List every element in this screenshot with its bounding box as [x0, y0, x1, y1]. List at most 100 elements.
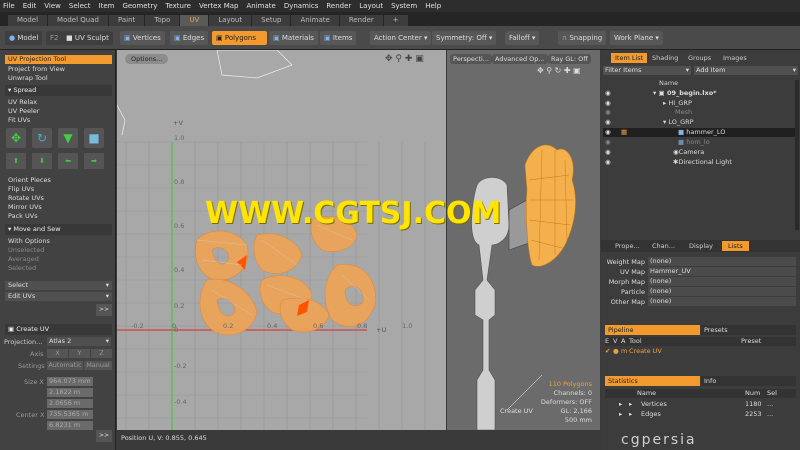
- falloff-dropdown[interactable]: Falloff ▾: [505, 31, 540, 45]
- rotate-icon[interactable]: ↻: [32, 128, 52, 148]
- tab-add[interactable]: +: [383, 15, 408, 26]
- orient-pieces[interactable]: Orient Pieces: [5, 176, 112, 185]
- selected[interactable]: Selected: [5, 264, 112, 273]
- tab-setup[interactable]: Setup: [252, 15, 291, 26]
- settings-manual-button[interactable]: Manual: [84, 361, 112, 370]
- tab-uv[interactable]: UV: [180, 15, 209, 26]
- stats-row-edges[interactable]: ▸ ▸ Edges 2253...: [605, 410, 796, 419]
- tree-row-camera[interactable]: ◉ ◉Camera: [603, 148, 798, 157]
- tab-shading[interactable]: Shading: [648, 53, 682, 63]
- menu-item-animate[interactable]: Animate: [246, 2, 275, 10]
- materials-button[interactable]: ▣ Materials: [269, 31, 318, 45]
- tree-row-light[interactable]: ◉ ✱Directional Light: [603, 158, 798, 167]
- tab-statistics[interactable]: Statistics: [605, 376, 700, 386]
- scale-icon[interactable]: ▼: [58, 128, 78, 148]
- tab-lists[interactable]: Lists: [722, 241, 749, 251]
- project-from-view[interactable]: Project from View: [5, 65, 112, 74]
- check-icon[interactable]: ✔: [605, 347, 613, 356]
- menu-item-vertex-map[interactable]: Vertex Map: [199, 2, 239, 10]
- tree-row-mesh[interactable]: ◉ Mesh: [603, 108, 798, 117]
- settings-automatic-button[interactable]: Automatic: [47, 361, 83, 370]
- tree-row-hom-lo[interactable]: ◉ ■ hom_lo: [603, 138, 798, 147]
- uv-sculpt-button[interactable]: ■ UV Sculpt: [62, 31, 113, 45]
- axis-y-button[interactable]: Y: [69, 349, 90, 358]
- filter-items-dropdown[interactable]: Filter Items ▾: [603, 66, 691, 75]
- weight-map-dropdown[interactable]: (none): [648, 257, 796, 266]
- eye-icon[interactable]: ◉: [605, 128, 611, 137]
- rotate-uvs[interactable]: Rotate UVs: [5, 194, 112, 203]
- move-and-sew-header[interactable]: ▾ Move and Sew: [5, 224, 112, 235]
- averaged[interactable]: Averaged: [5, 255, 112, 264]
- menu-item-system[interactable]: System: [391, 2, 417, 10]
- eye-icon[interactable]: ◉: [605, 138, 611, 147]
- symmetry-dropdown[interactable]: Symmetry: Off ▾: [432, 31, 497, 45]
- add-item-dropdown[interactable]: Add Item ▾: [694, 66, 798, 75]
- eye-icon[interactable]: ◉: [605, 118, 611, 127]
- tab-item-list[interactable]: Item List: [611, 53, 648, 63]
- uv-relax[interactable]: UV Relax: [5, 98, 112, 107]
- other-map-dropdown[interactable]: (none): [648, 297, 796, 306]
- spread-header[interactable]: ▾ Spread: [5, 85, 112, 96]
- tab-images[interactable]: Images: [719, 53, 751, 63]
- uv-projection-tool[interactable]: UV Projection Tool: [5, 55, 112, 64]
- fit-uvs[interactable]: Fit UVs: [5, 116, 112, 125]
- tab-display[interactable]: Display: [685, 241, 717, 251]
- axis-z-button[interactable]: Z: [91, 349, 112, 358]
- box-icon[interactable]: ■: [84, 128, 104, 148]
- menu-item-dynamics[interactable]: Dynamics: [284, 2, 319, 10]
- eye-icon[interactable]: ◉: [605, 108, 611, 117]
- pack-uvs[interactable]: Pack UVs: [5, 212, 112, 221]
- center-y-field[interactable]: 6.8231 m: [47, 421, 93, 430]
- tab-model[interactable]: Model: [8, 15, 48, 26]
- particle-dropdown[interactable]: (none): [648, 287, 796, 296]
- menu-item-view[interactable]: View: [44, 2, 61, 10]
- arrow-left-icon[interactable]: ⬅: [58, 153, 78, 169]
- tree-scrollbar[interactable]: [795, 80, 799, 230]
- menu-item-texture[interactable]: Texture: [165, 2, 191, 10]
- tree-row-scene[interactable]: ◉ ▾ ▣ 09_begin.lxo*: [603, 89, 798, 98]
- tab-layout[interactable]: Layout: [209, 15, 252, 26]
- tab-topo[interactable]: Topo: [145, 15, 180, 26]
- tab-properties[interactable]: Prope...: [611, 241, 644, 251]
- morph-map-dropdown[interactable]: (none): [648, 277, 796, 286]
- select-dropdown[interactable]: Select ▾: [5, 281, 112, 290]
- eye-icon[interactable]: ◉: [605, 148, 611, 157]
- expand-button[interactable]: >>: [96, 304, 112, 316]
- work-plane-dropdown[interactable]: Work Plane ▾: [610, 31, 663, 45]
- tab-model-quad[interactable]: Model Quad: [48, 15, 108, 26]
- uv-map-dropdown[interactable]: Hammer_UV: [648, 267, 796, 276]
- menu-item-edit[interactable]: Edit: [23, 2, 37, 10]
- size-x-field[interactable]: 964.073 mm: [47, 377, 93, 386]
- eye-icon[interactable]: ◉: [605, 89, 611, 98]
- tab-render[interactable]: Render: [339, 15, 383, 26]
- mirror-uvs[interactable]: Mirror UVs: [5, 203, 112, 212]
- axis-x-button[interactable]: X: [47, 349, 68, 358]
- unwrap-tool[interactable]: Unwrap Tool: [5, 74, 112, 83]
- tab-pipeline[interactable]: Pipeline: [605, 325, 700, 335]
- size-z-field[interactable]: 2.0656 m: [47, 399, 93, 408]
- perspective-viewport[interactable]: Perspecti... Advanced Op... Ray GL: Off …: [447, 50, 600, 444]
- tab-animate[interactable]: Animate: [291, 15, 339, 26]
- vertices-button[interactable]: ▣ Vertices: [120, 31, 165, 45]
- unselected[interactable]: Unselected: [5, 246, 112, 255]
- tree-row-lo-grp[interactable]: ◉ ▾ LO_GRP: [603, 118, 798, 127]
- tab-info[interactable]: Info: [701, 376, 796, 386]
- snapping-button[interactable]: ∩ Snapping: [558, 31, 607, 45]
- size-y-field[interactable]: 2.1822 m: [47, 388, 93, 397]
- tree-row-hi-grp[interactable]: ◉ ▸ HI_GRP: [603, 99, 798, 108]
- menu-item-select[interactable]: Select: [69, 2, 91, 10]
- model-button[interactable]: ● Model: [5, 31, 43, 45]
- edit-uvs-dropdown[interactable]: Edit UVs ▾: [5, 292, 112, 301]
- tab-groups[interactable]: Groups: [684, 53, 715, 63]
- uv-peeler[interactable]: UV Peeler: [5, 107, 112, 116]
- menu-item-render[interactable]: Render: [326, 2, 351, 10]
- stats-row-vertices[interactable]: ▸ ▸ Vertices 1180...: [605, 400, 796, 409]
- tab-presets[interactable]: Presets: [701, 325, 796, 335]
- flip-uvs[interactable]: Flip UVs: [5, 185, 112, 194]
- arrow-down-icon[interactable]: ⬇: [32, 153, 52, 169]
- arrow-up-icon[interactable]: ⬆: [6, 153, 26, 169]
- arrow-right-icon[interactable]: ➡: [84, 153, 104, 169]
- uv-viewport[interactable]: Options... ✥ ⚲ ✚ ▣ +V +U 1.0 0.8 0.6 0.4 0.2…: [117, 50, 446, 444]
- edges-button[interactable]: ▣ Edges: [170, 31, 209, 45]
- menu-item-item[interactable]: Item: [99, 2, 115, 10]
